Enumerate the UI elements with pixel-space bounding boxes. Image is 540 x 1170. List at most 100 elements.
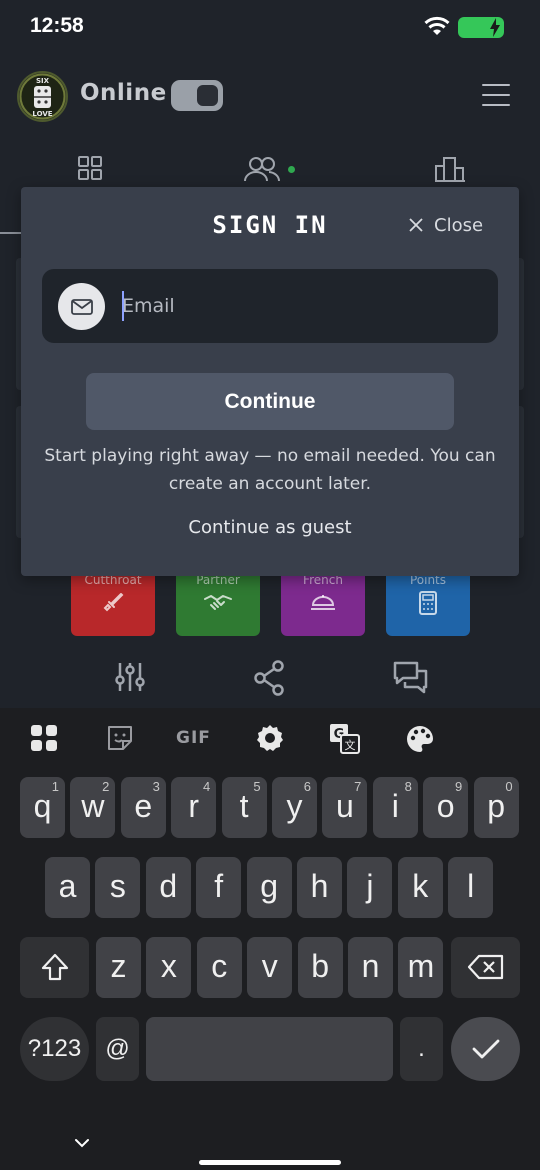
key-hint: 5 <box>253 779 261 794</box>
mode-button-partner[interactable]: Partner <box>176 567 260 636</box>
grid-icon[interactable] <box>78 156 102 180</box>
svg-text:文: 文 <box>345 738 356 752</box>
share-icon[interactable] <box>253 660 285 696</box>
logo[interactable]: SIX LOVE <box>17 71 68 122</box>
space-key[interactable] <box>146 1017 393 1081</box>
buildings-icon[interactable] <box>434 156 466 182</box>
period-key[interactable]: . <box>400 1017 443 1081</box>
email-input[interactable] <box>122 269 482 343</box>
status-time: 12:58 <box>30 14 84 37</box>
key-o[interactable]: o9 <box>423 777 469 838</box>
key-l[interactable]: l <box>448 857 494 918</box>
users-icon[interactable] <box>244 156 280 182</box>
apps-icon[interactable] <box>30 724 58 752</box>
key-hint: 0 <box>505 779 513 794</box>
key-h[interactable]: h <box>297 857 342 918</box>
key-f[interactable]: f <box>196 857 242 918</box>
key-g[interactable]: g <box>246 857 292 918</box>
key-v[interactable]: v <box>247 937 293 998</box>
continue-as-guest-link[interactable]: Continue as guest <box>21 517 519 538</box>
key-label: u <box>335 788 354 824</box>
key-n[interactable]: n <box>348 937 393 998</box>
key-d[interactable]: d <box>145 857 191 918</box>
svg-text:SIX: SIX <box>36 77 50 85</box>
key-y[interactable]: y6 <box>272 777 317 838</box>
key-label: o <box>436 788 455 824</box>
tab-underline <box>0 232 22 234</box>
home-indicator[interactable] <box>199 1160 341 1165</box>
status-bar: 12:58 <box>0 0 540 56</box>
sliders-icon[interactable] <box>113 660 147 694</box>
key-q[interactable]: q1 <box>20 777 65 838</box>
translate-icon[interactable]: G 文 <box>329 723 361 755</box>
text-cursor <box>122 291 124 321</box>
email-field-container[interactable] <box>42 269 498 343</box>
logo-emblem-icon: SIX LOVE <box>19 73 66 120</box>
key-hint: 6 <box>303 779 311 794</box>
key-label: t <box>239 788 249 824</box>
key-j[interactable]: j <box>347 857 393 918</box>
mode-button-cutthroat[interactable]: Cutthroat <box>71 567 155 636</box>
hamburger-menu-icon[interactable] <box>482 84 510 108</box>
close-icon <box>409 218 423 232</box>
chevron-down-icon[interactable] <box>74 1138 90 1148</box>
key-b[interactable]: b <box>297 937 343 998</box>
close-button[interactable]: Close <box>409 213 483 237</box>
key-t[interactable]: t5 <box>221 777 267 838</box>
helper-text: Start playing right away — no email need… <box>44 446 496 494</box>
key-hint: 1 <box>51 779 59 794</box>
palette-icon[interactable] <box>405 724 435 754</box>
key-w[interactable]: w2 <box>70 777 116 838</box>
key-c[interactable]: c <box>196 937 242 998</box>
key-hint: 7 <box>354 779 362 794</box>
key-hint: 4 <box>202 779 211 794</box>
online-status-label: Online <box>80 80 167 106</box>
key-label: q <box>33 788 52 824</box>
close-label: Close <box>434 214 484 236</box>
settings-icon[interactable] <box>255 723 285 753</box>
online-toggle[interactable] <box>171 80 223 111</box>
shift-key[interactable] <box>20 937 89 998</box>
backspace-icon <box>467 954 503 980</box>
key-i[interactable]: i8 <box>372 777 418 838</box>
key-hint: 2 <box>102 779 110 794</box>
backspace-key[interactable] <box>451 937 520 998</box>
tab-bar <box>0 150 540 190</box>
at-key[interactable]: @ <box>96 1017 139 1081</box>
key-r[interactable]: r4 <box>171 777 217 838</box>
mode-button-french[interactable]: French <box>281 567 365 636</box>
key-label: e <box>134 788 153 824</box>
shift-icon <box>41 953 68 981</box>
key-z[interactable]: z <box>96 937 141 998</box>
key-x[interactable]: x <box>146 937 192 998</box>
active-indicator-dot <box>288 166 295 173</box>
key-label: r <box>188 788 200 824</box>
key-hint: 3 <box>152 779 160 794</box>
key-a[interactable]: a <box>45 857 90 918</box>
keyboard: GIF G 文 q1w2e3r4t5y6u7i8o9p0 asdfghjkl z… <box>0 708 540 1170</box>
envelope-icon <box>58 283 105 330</box>
calculator-icon <box>419 591 437 615</box>
key-u[interactable]: u7 <box>322 777 368 838</box>
mode-button-points[interactable]: Points <box>386 567 470 636</box>
key-label: y <box>286 788 303 824</box>
key-m[interactable]: m <box>398 937 444 998</box>
sword-icon <box>103 593 124 612</box>
dish-icon <box>311 595 335 610</box>
key-k[interactable]: k <box>397 857 443 918</box>
svg-text:LOVE: LOVE <box>32 110 52 118</box>
key-label: i <box>391 788 399 824</box>
key-label: w <box>81 788 105 824</box>
key-hint: 8 <box>404 779 412 794</box>
sign-in-modal: SIGN IN Close Continue Start playing rig… <box>21 187 519 576</box>
key-p[interactable]: p0 <box>473 777 519 838</box>
chat-icon[interactable] <box>393 660 429 696</box>
enter-key[interactable] <box>451 1017 520 1081</box>
key-e[interactable]: e3 <box>120 777 166 838</box>
continue-button[interactable]: Continue <box>86 373 454 430</box>
gif-button[interactable]: GIF <box>176 728 211 748</box>
sticker-icon[interactable] <box>106 724 134 752</box>
app-header: SIX LOVE Online <box>0 66 540 130</box>
symbols-key[interactable]: ?123 <box>20 1017 89 1081</box>
key-s[interactable]: s <box>95 857 141 918</box>
